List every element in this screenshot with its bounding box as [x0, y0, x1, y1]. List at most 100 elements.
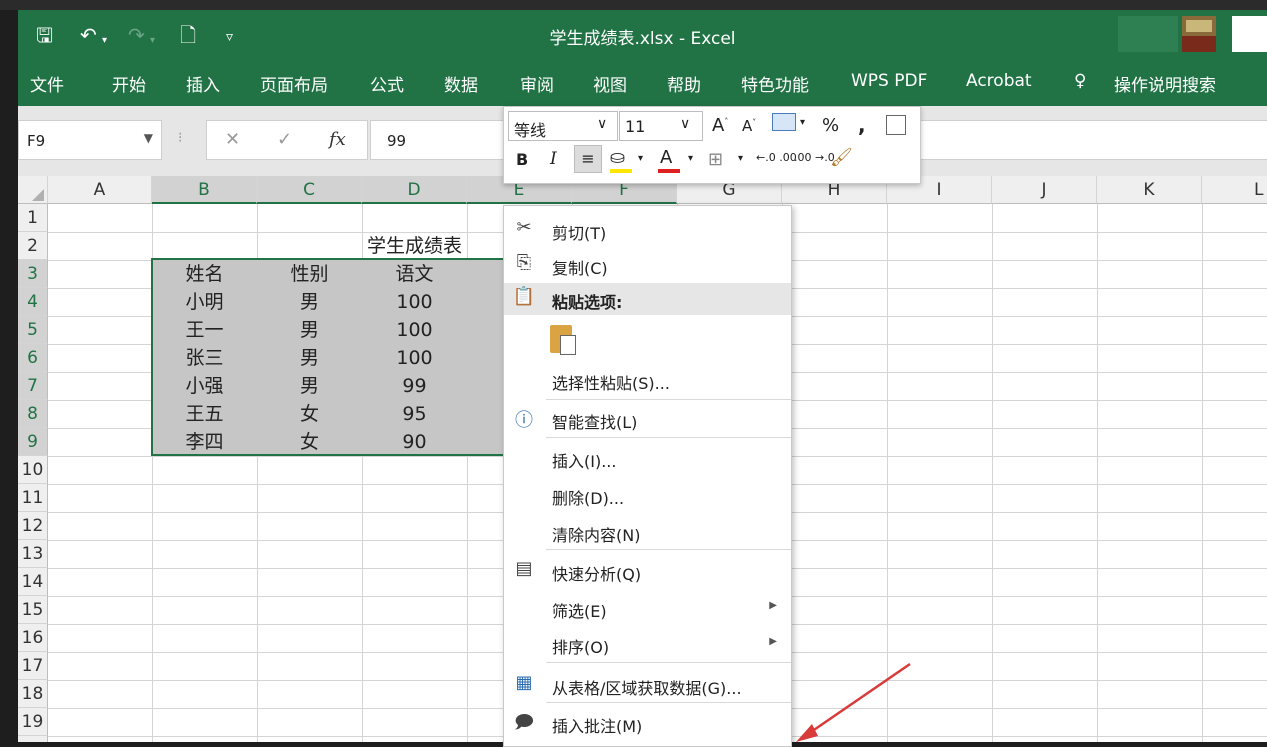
row-header-2[interactable]: 2 — [18, 232, 48, 260]
menu-separator — [546, 662, 791, 663]
menu-item-insert-comment[interactable]: 🗩 插入批注(M) — [504, 707, 791, 737]
column-header-a[interactable]: A — [48, 176, 152, 204]
row-header-14[interactable]: 14 — [18, 568, 48, 596]
menu-item-filter[interactable]: 筛选(E) ▶ — [504, 592, 791, 622]
row-header-20[interactable]: 20 — [18, 736, 48, 742]
tab-insert[interactable]: 插入 — [186, 71, 220, 96]
mini-toolbar: 等线 ∨ 11 ∨ A˄ A˅ ▾ % , B I ≡ ⛀ ▾ A ▾ ⊞ ▾ … — [503, 106, 921, 184]
tab-help[interactable]: 帮助 — [667, 71, 701, 96]
chevron-down-icon[interactable]: ∨ — [597, 116, 607, 132]
italic-button[interactable]: I — [550, 149, 557, 169]
row-header-17[interactable]: 17 — [18, 652, 48, 680]
tab-data[interactable]: 数据 — [444, 71, 478, 96]
chevron-down-icon[interactable]: ∨ — [680, 116, 690, 132]
chevron-down-icon[interactable]: ▾ — [688, 153, 693, 164]
tab-special-features[interactable]: 特色功能 — [741, 71, 809, 96]
enter-icon[interactable]: ✓ — [277, 129, 292, 150]
chevron-down-icon[interactable]: ▾ — [800, 117, 805, 128]
menu-separator — [546, 702, 791, 703]
chevron-down-icon[interactable]: ▾ — [638, 153, 643, 164]
row-header-18[interactable]: 18 — [18, 680, 48, 708]
center-align-icon[interactable]: ≡ — [574, 145, 602, 173]
column-header-b[interactable]: B — [152, 176, 257, 204]
format-painter-icon[interactable]: 🖌 — [830, 147, 853, 168]
column-header-d[interactable]: D — [362, 176, 467, 204]
row-header-12[interactable]: 12 — [18, 512, 48, 540]
comma-style-button[interactable]: , — [858, 113, 866, 137]
column-header-j[interactable]: J — [992, 176, 1097, 204]
row-header-13[interactable]: 13 — [18, 540, 48, 568]
row-header-7[interactable]: 7 — [18, 372, 48, 400]
name-box[interactable]: F9 ▼ — [18, 120, 162, 160]
tab-review[interactable]: 审阅 — [520, 71, 554, 96]
row-header-4[interactable]: 4 — [18, 288, 48, 316]
font-color-icon[interactable]: A — [660, 147, 672, 168]
row-header-11[interactable]: 11 — [18, 484, 48, 512]
row-header-1[interactable]: 1 — [18, 204, 48, 232]
row-header-8[interactable]: 8 — [18, 400, 48, 428]
tell-me-search[interactable]: 操作说明搜索 — [1114, 71, 1216, 96]
decrease-font-size-icon[interactable]: A˅ — [742, 117, 756, 135]
menu-item-get-data[interactable]: ▦ 从表格/区域获取数据(G)... — [504, 669, 791, 699]
cancel-icon[interactable]: ✕ — [225, 129, 240, 150]
menu-item-delete[interactable]: 删除(D)... — [504, 479, 791, 509]
window-control-button[interactable] — [1232, 16, 1267, 52]
menu-item-label: 从表格/区域获取数据(G)... — [552, 679, 742, 698]
context-menu: ✂ 剪切(T) ⎘ 复制(C) 📋 粘贴选项: 选择性粘贴(S)... ⓘ 智能… — [503, 205, 792, 747]
row-header-9[interactable]: 9 — [18, 428, 48, 456]
menu-item-label: 删除(D)... — [552, 489, 625, 508]
format-painter-table-icon[interactable] — [886, 115, 906, 135]
font-color-swatch — [658, 169, 680, 173]
insert-function-icon[interactable]: fx — [329, 129, 346, 150]
fill-color-icon[interactable]: ⛀ — [610, 147, 625, 168]
row-header-16[interactable]: 16 — [18, 624, 48, 652]
menu-item-smart-lookup[interactable]: ⓘ 智能查找(L) — [504, 403, 791, 433]
borders-icon[interactable]: ⊞ — [708, 149, 723, 170]
tab-home[interactable]: 开始 — [112, 71, 146, 96]
gridline — [992, 204, 993, 742]
menu-item-sort[interactable]: 排序(O) ▶ — [504, 628, 791, 658]
tab-acrobat[interactable]: Acrobat — [966, 71, 1032, 91]
chevron-down-icon[interactable]: ▼ — [144, 131, 153, 145]
column-header-k[interactable]: K — [1097, 176, 1202, 204]
formula-value: 99 — [387, 132, 407, 150]
formula-buttons: ✕ ✓ fx — [206, 120, 368, 160]
tab-view[interactable]: 视图 — [593, 71, 627, 96]
row-header-3[interactable]: 3 — [18, 260, 48, 288]
row-header-10[interactable]: 10 — [18, 456, 48, 484]
clipboard-paste-icon[interactable] — [550, 325, 576, 355]
menu-item-insert[interactable]: 插入(I)... — [504, 442, 791, 472]
bold-button[interactable]: B — [516, 150, 528, 169]
menu-item-clear-contents[interactable]: 清除内容(N) — [504, 516, 791, 546]
increase-decimal-button[interactable]: ←.0 .00 — [756, 151, 797, 164]
gridline — [1097, 204, 1098, 742]
font-size-value: 11 — [625, 117, 646, 136]
tab-formulas[interactable]: 公式 — [370, 71, 404, 96]
increase-font-size-icon[interactable]: A˄ — [712, 115, 728, 136]
accounting-format-icon[interactable] — [772, 113, 796, 131]
menu-separator — [546, 437, 791, 438]
menu-item-copy[interactable]: ⎘ 复制(C) — [504, 249, 791, 279]
menu-item-quick-analysis[interactable]: ▤ 快速分析(Q) — [504, 555, 791, 585]
column-header-c[interactable]: C — [257, 176, 362, 204]
row-header-15[interactable]: 15 — [18, 596, 48, 624]
menu-item-cut[interactable]: ✂ 剪切(T) — [504, 214, 791, 244]
tab-wps-pdf[interactable]: WPS PDF — [851, 71, 927, 91]
row-header-19[interactable]: 19 — [18, 708, 48, 736]
row-header-6[interactable]: 6 — [18, 344, 48, 372]
tab-file[interactable]: 文件 — [30, 71, 64, 96]
menu-item-paste-special[interactable]: 选择性粘贴(S)... — [504, 364, 791, 394]
percent-style-button[interactable]: % — [822, 115, 839, 136]
paste-option-button[interactable] — [504, 319, 791, 359]
column-header-l[interactable]: L — [1202, 176, 1267, 204]
row-header-5[interactable]: 5 — [18, 316, 48, 344]
avatar[interactable] — [1182, 16, 1216, 52]
font-name-select[interactable]: 等线 ∨ — [508, 111, 618, 141]
select-all-corner[interactable] — [18, 176, 48, 204]
chevron-down-icon[interactable]: ▾ — [738, 153, 743, 164]
decrease-decimal-button[interactable]: .00 →.0 — [794, 151, 835, 164]
menu-item-label: 排序(O) — [552, 638, 610, 657]
font-size-select[interactable]: 11 ∨ — [619, 111, 703, 141]
menu-item-label: 筛选(E) — [552, 602, 607, 621]
tab-page-layout[interactable]: 页面布局 — [260, 71, 328, 96]
